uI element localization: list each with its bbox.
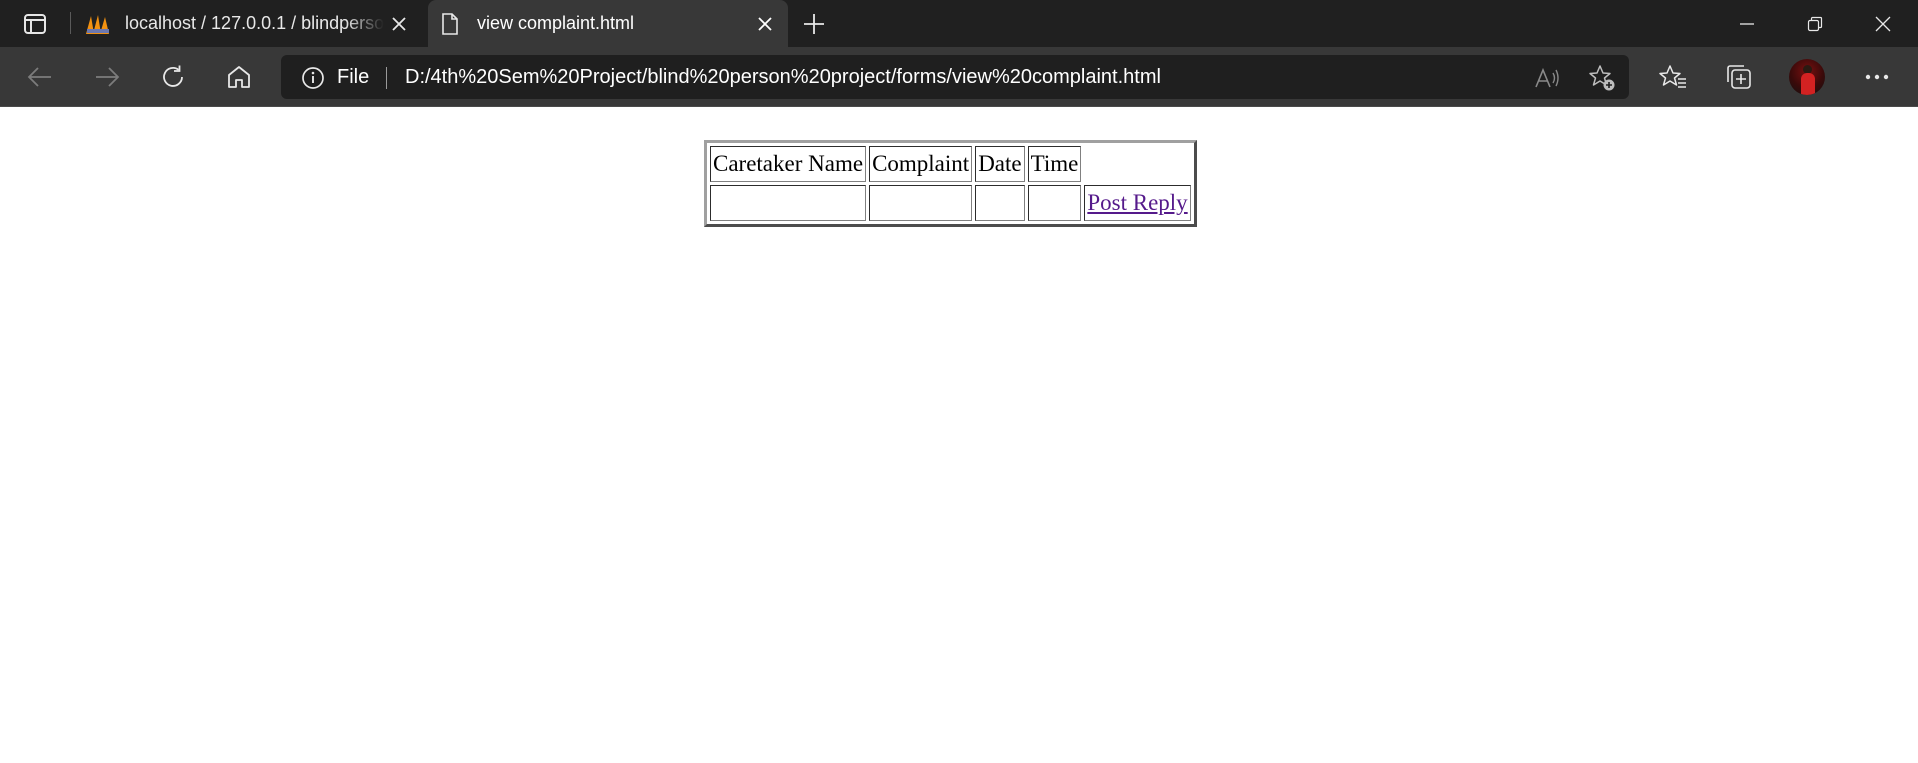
favorites-button[interactable] [1656, 60, 1690, 94]
post-reply-link[interactable]: Post Reply [1087, 190, 1187, 215]
close-tab-icon[interactable] [384, 9, 414, 39]
close-tab-icon[interactable] [750, 9, 780, 39]
page-content: Caretaker Name Complaint Date Time Post … [0, 107, 1918, 763]
new-tab-button[interactable] [799, 9, 829, 39]
back-button[interactable] [21, 58, 59, 96]
header-complaint: Complaint [869, 146, 973, 182]
tab-phpmyadmin[interactable]: localhost / 127.0.0.1 / blindperson [76, 0, 422, 47]
cell-date [975, 185, 1025, 221]
restore-icon [1807, 16, 1823, 31]
info-icon[interactable] [301, 66, 325, 90]
cell-complaint [869, 185, 973, 221]
tab-title: view complaint.html [477, 13, 635, 33]
header-action [1084, 146, 1190, 182]
plus-icon [804, 14, 824, 34]
cell-caretaker-name [710, 185, 867, 221]
home-button[interactable] [220, 58, 258, 96]
home-icon [228, 66, 250, 88]
more-icon [1865, 74, 1889, 80]
address-divider [386, 67, 387, 89]
cell-action: Post Reply [1084, 185, 1191, 221]
refresh-icon [163, 65, 183, 87]
favorites-icon [1659, 65, 1686, 88]
address-bar[interactable]: File D:/4th%20Sem%20Project/blind%20pers… [281, 55, 1629, 99]
site-scheme-label[interactable]: File [337, 55, 369, 99]
forward-button[interactable] [88, 58, 126, 96]
collections-icon [1727, 65, 1751, 89]
settings-more-button[interactable] [1860, 60, 1894, 94]
table-header-row: Caretaker Name Complaint Date Time [710, 146, 1191, 182]
tab-actions-icon [24, 13, 46, 34]
tab-view-complaint[interactable]: view complaint.html [428, 0, 788, 47]
add-favorite-icon[interactable] [1588, 64, 1616, 92]
header-caretaker-name: Caretaker Name [710, 146, 867, 182]
minimize-icon [1740, 22, 1754, 25]
cell-time [1027, 185, 1082, 221]
arrow-right-icon [96, 67, 120, 87]
file-icon [437, 11, 463, 37]
browser-toolbar: File D:/4th%20Sem%20Project/blind%20pers… [0, 47, 1918, 107]
header-date: Date [975, 146, 1025, 182]
restore-button[interactable] [1781, 0, 1849, 47]
collections-button[interactable] [1722, 60, 1756, 94]
tab-strip: localhost / 127.0.0.1 / blindperson view… [0, 0, 1918, 47]
tab-title: localhost / 127.0.0.1 / blindperson [125, 13, 384, 33]
header-time: Time [1027, 146, 1082, 182]
refresh-button[interactable] [154, 58, 192, 96]
tab-separator [70, 12, 71, 34]
minimize-button[interactable] [1713, 0, 1781, 47]
table-row: Post Reply [710, 185, 1191, 221]
phpmyadmin-icon [85, 11, 111, 37]
complaints-table: Caretaker Name Complaint Date Time Post … [704, 140, 1197, 227]
close-window-button[interactable] [1849, 0, 1917, 47]
url-text[interactable]: D:/4th%20Sem%20Project/blind%20person%20… [405, 55, 1161, 99]
profile-avatar[interactable] [1789, 59, 1825, 95]
arrow-left-icon [27, 67, 51, 87]
tab-actions-button[interactable] [14, 9, 56, 38]
close-icon [1875, 16, 1891, 31]
read-aloud-icon[interactable] [1533, 64, 1561, 92]
